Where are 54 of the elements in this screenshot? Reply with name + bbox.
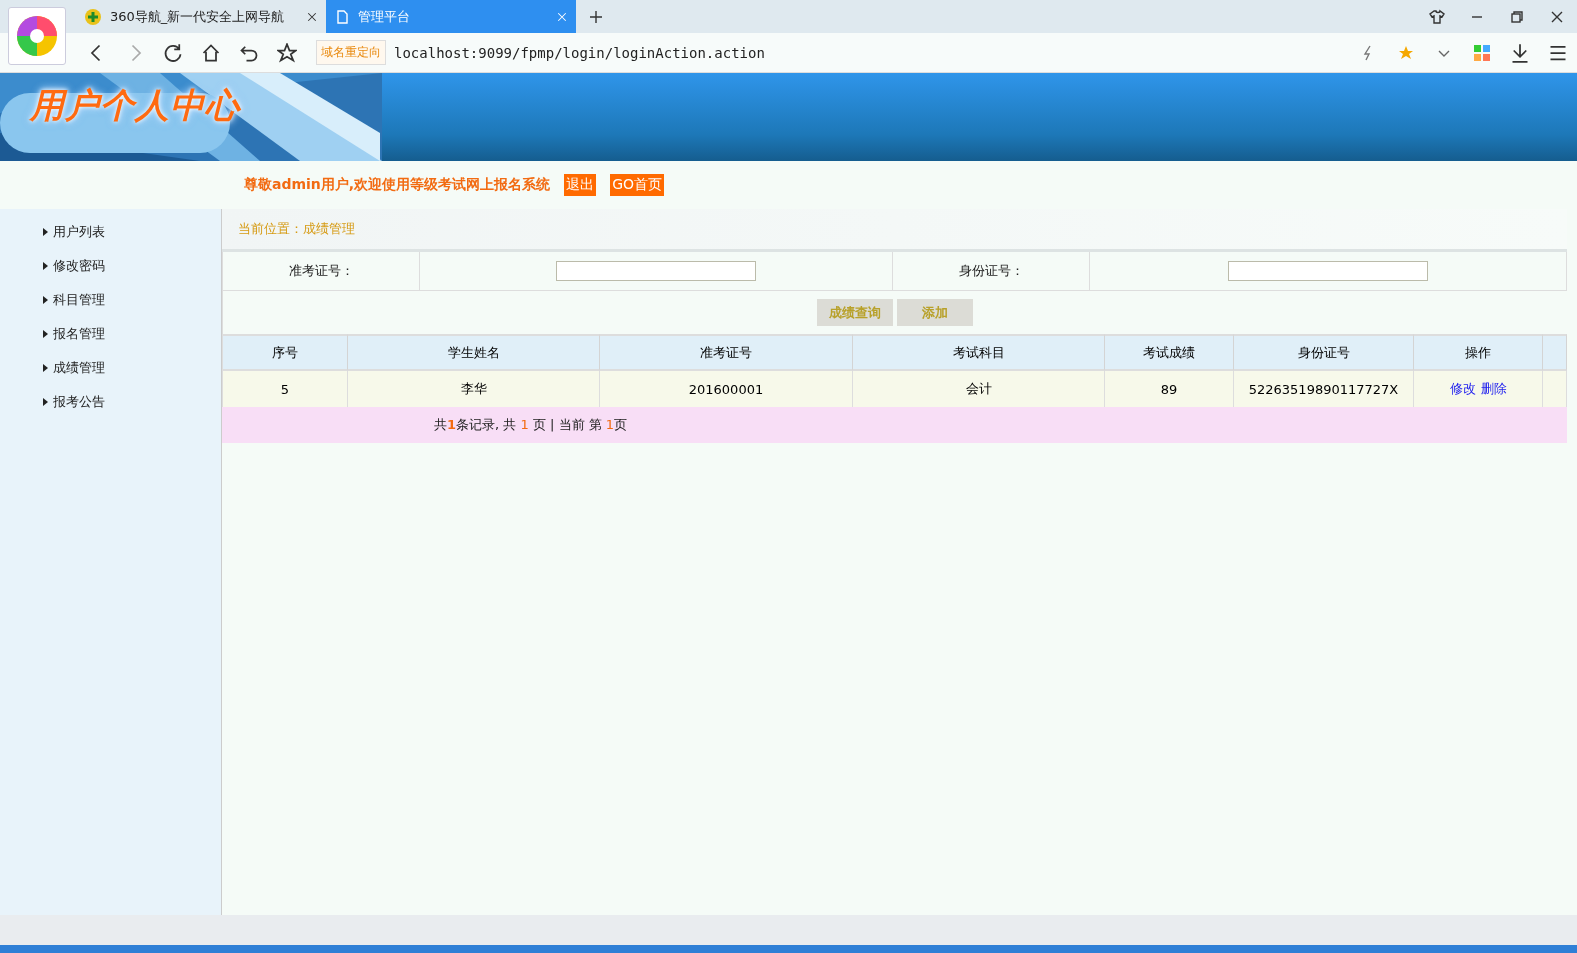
sidebar-item[interactable]: 报考公告 <box>0 385 221 419</box>
home-icon[interactable] <box>201 42 221 63</box>
star-icon[interactable] <box>1398 44 1414 61</box>
tab-title: 360导航_新一代安全上网导航 <box>110 7 286 26</box>
shirt-icon[interactable] <box>1429 8 1445 25</box>
input-field[interactable] <box>1228 261 1428 281</box>
table-cell: 李华 <box>348 371 600 407</box>
table-cell: 5 <box>223 371 348 407</box>
tab-title: 管理平台 <box>358 7 411 26</box>
column-header: 身份证号 <box>1234 334 1414 371</box>
browser-tab[interactable]: 360导航_新一代安全上网导航 <box>76 0 326 33</box>
star-icon[interactable] <box>277 42 297 63</box>
column-header: 考试科目 <box>853 334 1105 371</box>
table-cell: 52263519890117727X <box>1234 371 1414 407</box>
column-header: 准考证号 <box>600 334 853 371</box>
pagination-text: 共1条记录, 共 1 页 | 当前 第 1页 <box>434 416 628 434</box>
browser-logo-icon <box>15 14 59 58</box>
triangle-icon <box>43 296 48 304</box>
field-label: 身份证号： <box>893 252 1090 290</box>
row-link[interactable]: 修改 <box>1449 380 1476 398</box>
download-icon[interactable] <box>1510 42 1530 63</box>
column-header: 考试成绩 <box>1105 334 1234 371</box>
table-cell: 会计 <box>853 371 1105 407</box>
address-field[interactable]: localhost:9099/fpmp/login/loginAction.action <box>394 44 765 61</box>
table-cell: 201600001 <box>600 371 853 407</box>
row-link[interactable]: 删除 <box>1480 380 1507 398</box>
site-icon <box>84 7 102 26</box>
sidebar-item[interactable]: 修改密码 <box>0 249 221 283</box>
column-header: 操作 <box>1414 334 1543 371</box>
triangle-icon <box>43 330 48 338</box>
browser-logo[interactable] <box>8 7 66 65</box>
input-field[interactable] <box>556 261 756 281</box>
sidebar-item[interactable]: 成绩管理 <box>0 351 221 385</box>
sidebar-item[interactable]: 用户列表 <box>0 215 221 249</box>
field-label: 准考证号： <box>223 252 420 290</box>
column-header: 学生姓名 <box>348 334 600 371</box>
welcome-message: 尊敬admin用户,欢迎使用等级考试网上报名系统 <box>244 176 551 194</box>
column-header: 序号 <box>223 334 348 371</box>
close-icon[interactable] <box>306 10 318 23</box>
triangle-icon <box>43 398 48 406</box>
triangle-icon <box>43 262 48 270</box>
apps-icon[interactable] <box>1474 44 1490 61</box>
page-icon <box>334 8 350 25</box>
triangle-icon <box>43 228 48 236</box>
reload-icon[interactable] <box>163 42 183 63</box>
header-cell <box>1543 334 1567 371</box>
logo-text: 用户个人中心 <box>30 84 240 127</box>
sidebar-item[interactable]: 科目管理 <box>0 283 221 317</box>
sidebar-item[interactable]: 报名管理 <box>0 317 221 351</box>
table-cell: 89 <box>1105 371 1234 407</box>
restore-icon[interactable] <box>1509 8 1525 25</box>
triangle-icon <box>43 364 48 372</box>
plus-icon[interactable] <box>588 8 604 25</box>
breadcrumb: 当前位置：成绩管理 <box>222 209 1567 252</box>
